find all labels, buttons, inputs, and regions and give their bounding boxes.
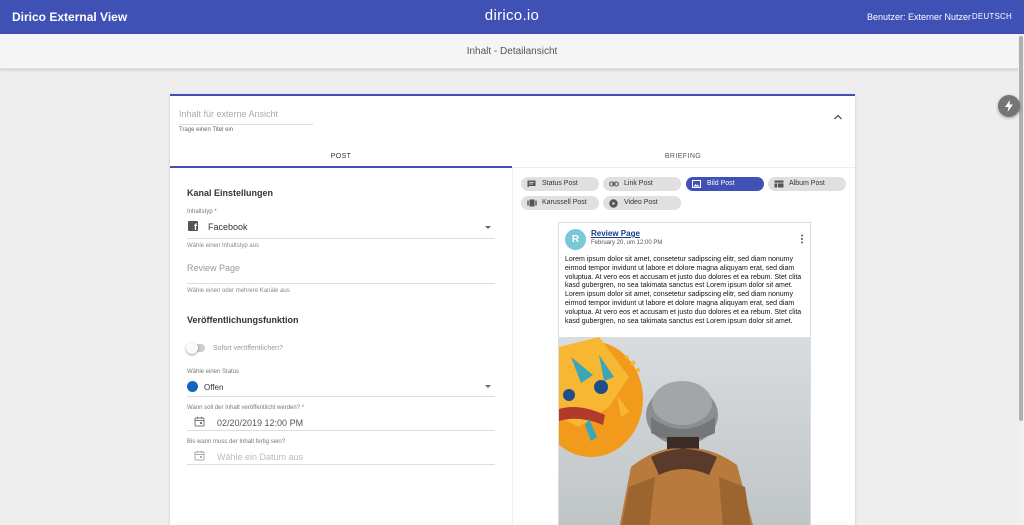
carousel-icon	[527, 199, 537, 207]
page-header: Inhalt - Detailansicht	[0, 34, 1024, 69]
post-type-label: Album Post	[789, 180, 825, 187]
facebook-post-preview: R Review Page February 20, um 12:00 PM L…	[558, 222, 811, 525]
dropdown-arrow-icon[interactable]	[485, 385, 491, 388]
status-underline	[187, 396, 495, 397]
post-type-carousel[interactable]: Karussell Post	[521, 196, 599, 210]
avatar: R	[565, 229, 586, 250]
album-icon	[774, 180, 784, 188]
channel-underline	[187, 283, 495, 284]
post-settings-form: Kanal Einstellungen Inhaltstyp * f Faceb…	[170, 168, 512, 525]
post-type-label: Karussell Post	[542, 199, 587, 206]
instant-publish-toggle[interactable]	[186, 342, 205, 354]
status-color-dot	[187, 381, 198, 392]
tab-bar: POST BRIEFING	[170, 146, 855, 168]
post-type-video[interactable]: Video Post	[603, 196, 681, 210]
post-type-link[interactable]: Link Post	[603, 177, 681, 191]
post-type-album[interactable]: Album Post	[768, 177, 846, 191]
content-type-hint: Wähle einen Inhaltstyp aus	[187, 243, 260, 249]
status-select[interactable]: Offen	[204, 383, 223, 392]
status-label: Wähle einen Status	[187, 369, 240, 375]
content-title-hint: Trage einen Titel ein	[179, 127, 234, 133]
facebook-icon: f	[188, 221, 198, 232]
link-icon	[609, 181, 619, 187]
content-title-input[interactable]	[179, 109, 313, 125]
comment-icon	[527, 180, 536, 188]
image-icon	[692, 180, 701, 188]
post-type-label: Status Post	[542, 180, 578, 187]
post-type-status[interactable]: Status Post	[521, 177, 599, 191]
chevron-up-icon[interactable]	[833, 113, 843, 121]
content-type-label: Inhaltstyp *	[187, 209, 217, 215]
quick-action-button[interactable]	[998, 95, 1020, 117]
publish-date-label: Wann soll der Inhalt veröffentlicht werd…	[187, 405, 305, 411]
current-user-label: Benutzer: Externer Nutzer	[866, 12, 971, 22]
preview-post-image	[559, 337, 810, 525]
instant-publish-label: Sofort veröffentlichen?	[213, 345, 283, 352]
lightning-icon	[1005, 100, 1013, 112]
preview-page-name-link[interactable]: Review Page	[591, 229, 640, 238]
language-switch-button[interactable]: DEUTSCH	[972, 12, 1012, 21]
post-type-label: Video Post	[624, 199, 658, 206]
publish-settings-heading: Veröffentlichungsfunktion	[187, 315, 299, 325]
content-type-select[interactable]: Facebook	[208, 222, 248, 232]
due-date-input[interactable]: Wähle ein Datum aus	[217, 452, 303, 462]
play-icon	[609, 199, 618, 208]
due-date-label: Bis wann muss der Inhalt fertig sein?	[187, 439, 286, 445]
dropdown-arrow-icon[interactable]	[485, 226, 491, 229]
preview-post-date: February 20, um 12:00 PM	[591, 240, 663, 246]
post-preview-panel: Status Post Link Post Bild Post Album Po…	[513, 168, 855, 525]
app-title: Dirico External View	[12, 10, 128, 24]
content-type-underline	[187, 238, 495, 239]
page-title: Inhalt - Detailansicht	[466, 46, 558, 57]
tab-briefing[interactable]: BRIEFING	[512, 146, 854, 168]
channel-select[interactable]: Review Page	[187, 263, 240, 273]
calendar-icon[interactable]	[194, 450, 205, 461]
more-vert-icon[interactable]	[800, 234, 804, 244]
scrollbar-thumb[interactable]	[1019, 36, 1023, 421]
post-type-label: Link Post	[624, 180, 653, 187]
post-type-image[interactable]: Bild Post	[686, 177, 764, 191]
publish-date-underline	[187, 430, 495, 431]
channel-hint: Wähle einen oder mehrere Kanäle aus	[187, 288, 290, 294]
publish-date-input[interactable]: 02/20/2019 12:00 PM	[217, 418, 303, 428]
toggle-knob[interactable]	[186, 342, 198, 354]
calendar-icon[interactable]	[194, 416, 205, 427]
top-app-bar: Dirico External View dirico.io Benutzer:…	[0, 0, 1024, 34]
due-date-underline	[187, 464, 495, 465]
tab-post[interactable]: POST	[170, 146, 512, 168]
channel-settings-heading: Kanal Einstellungen	[187, 188, 274, 198]
content-detail-card: Trage einen Titel ein POST BRIEFING Kana…	[170, 94, 855, 525]
preview-post-text: Lorem ipsum dolor sit amet, consetetur s…	[565, 256, 802, 325]
post-type-label: Bild Post	[707, 180, 735, 187]
